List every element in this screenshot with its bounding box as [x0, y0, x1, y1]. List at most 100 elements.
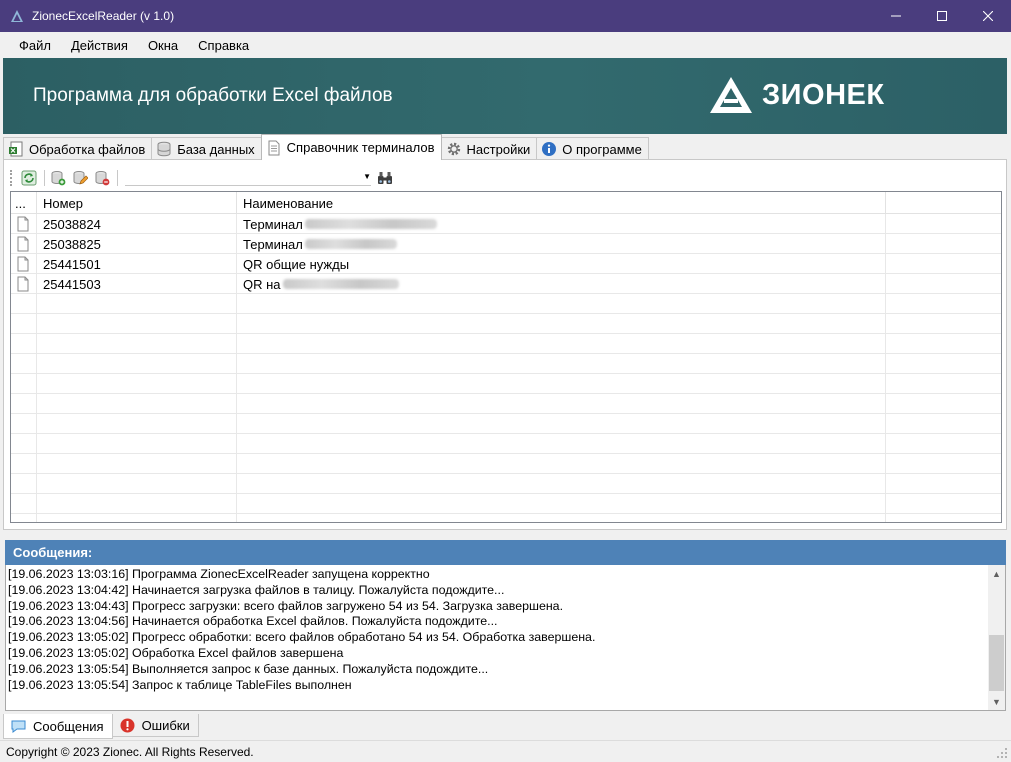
tab-terminals-directory[interactable]: Справочник терминалов [260, 134, 442, 160]
maximize-icon [937, 11, 947, 21]
grid-header: ... Номер Наименование [11, 192, 1001, 214]
terminals-panel: ▼ ... Номер Наименование 25038824 Термин… [3, 159, 1007, 530]
log-line: [19.06.2023 13:05:02] Обработка Excel фа… [8, 645, 344, 660]
company-logo: ЗИОНЕК [708, 73, 898, 117]
table-row[interactable]: 25441501 QR общие нужды [11, 254, 1001, 274]
menu-file[interactable]: Файл [9, 38, 61, 53]
terminals-grid[interactable]: ... Номер Наименование 25038824 Терминал… [10, 191, 1002, 523]
tab-errors[interactable]: Ошибки [111, 714, 199, 737]
db-add-icon [51, 171, 66, 186]
tab-messages[interactable]: Сообщения [3, 714, 113, 739]
tab-label: Обработка файлов [29, 141, 146, 157]
db-delete-icon [95, 171, 110, 186]
terminal-name: Терминал [243, 216, 303, 232]
terminal-name: Терминал [243, 236, 303, 252]
messages-log[interactable]: [19.06.2023 13:03:16] Программа ZionecEx… [5, 565, 1006, 711]
terminal-number: 25441501 [37, 254, 237, 274]
search-combobox[interactable]: ▼ [125, 170, 371, 186]
table-row[interactable]: 25441503 QR на [11, 274, 1001, 294]
copyright-text: Copyright © 2023 Zionec. All Rights Rese… [6, 744, 254, 759]
tab-label: База данных [177, 141, 255, 157]
tab-database[interactable]: База данных [151, 137, 262, 160]
dropdown-arrow-icon[interactable]: ▼ [363, 172, 371, 181]
terminal-name: QR на [243, 276, 281, 292]
column-header-name[interactable]: Наименование [237, 192, 886, 214]
tab-label: Ошибки [141, 717, 190, 733]
toolbar: ▼ [10, 167, 397, 189]
gear-icon [446, 141, 462, 157]
terminal-name: QR общие нужды [243, 256, 350, 272]
close-button[interactable] [965, 0, 1011, 32]
empty-row [11, 294, 1001, 314]
empty-row [11, 394, 1001, 414]
empty-row [11, 374, 1001, 394]
banner: Программа для обработки Excel файлов ЗИО… [3, 58, 1007, 134]
menu-help[interactable]: Справка [188, 38, 259, 53]
edit-record-button[interactable] [70, 168, 90, 188]
status-bar: Copyright © 2023 Zionec. All Rights Rese… [0, 740, 1011, 762]
database-icon [156, 141, 172, 157]
error-icon [119, 717, 136, 734]
tab-label: О программе [562, 141, 642, 157]
minimize-icon [891, 15, 901, 17]
messages-header: Сообщения: [5, 540, 1006, 565]
scroll-down-icon[interactable]: ▼ [988, 693, 1005, 710]
minimize-button[interactable] [873, 0, 919, 32]
scroll-up-icon[interactable]: ▲ [988, 565, 1005, 582]
refresh-button[interactable] [19, 168, 39, 188]
empty-row [11, 514, 1001, 522]
logo-text: ЗИОНЕК [762, 78, 885, 111]
terminal-number: 25038825 [37, 234, 237, 254]
menu-windows[interactable]: Окна [138, 38, 188, 53]
tab-file-processing[interactable]: Обработка файлов [3, 137, 153, 160]
empty-row [11, 314, 1001, 334]
maximize-button[interactable] [919, 0, 965, 32]
toolbar-separator [44, 170, 45, 186]
main-tabs: Обработка файлов База данных Справочник … [3, 134, 649, 160]
binoculars-icon [378, 172, 392, 184]
redacted-text [304, 239, 397, 249]
column-header-number[interactable]: Номер [37, 192, 237, 214]
record-icon [17, 256, 29, 272]
tab-settings[interactable]: Настройки [440, 137, 538, 160]
app-icon [11, 10, 23, 22]
log-line: [19.06.2023 13:05:54] Запрос к таблице T… [8, 677, 352, 692]
empty-row [11, 474, 1001, 494]
bottom-tabs: Сообщения Ошибки [3, 714, 199, 739]
find-button[interactable] [375, 168, 395, 188]
window-title: ZionecExcelReader (v 1.0) [32, 9, 175, 23]
tab-label: Сообщения [33, 718, 104, 734]
db-edit-icon [73, 171, 88, 185]
menu-actions[interactable]: Действия [61, 38, 138, 53]
terminal-number: 25038824 [37, 214, 237, 234]
messages-scrollbar[interactable]: ▲ ▼ [988, 565, 1005, 710]
scroll-thumb[interactable] [989, 635, 1004, 691]
log-line: [19.06.2023 13:05:02] Прогресс обработки… [8, 630, 596, 645]
add-record-button[interactable] [48, 168, 68, 188]
close-icon [983, 11, 993, 21]
log-line: [19.06.2023 13:05:54] Выполняется запрос… [8, 661, 489, 676]
record-icon [17, 216, 29, 232]
menu-bar: Файл Действия Окна Справка [0, 32, 1011, 58]
logo-mark-icon [710, 77, 752, 113]
title-bar[interactable]: ZionecExcelReader (v 1.0) [0, 0, 1011, 32]
table-row[interactable]: 25038824 Терминал [11, 214, 1001, 234]
terminal-number: 25441503 [37, 274, 237, 294]
resize-grip-icon[interactable] [996, 747, 1008, 759]
refresh-icon [21, 170, 37, 186]
empty-row [11, 354, 1001, 374]
log-line: [19.06.2023 13:04:43] Прогресс загрузки:… [8, 598, 564, 613]
log-line: [19.06.2023 13:04:42] Начинается загрузк… [8, 582, 505, 597]
tab-about[interactable]: О программе [536, 137, 649, 160]
delete-record-button[interactable] [92, 168, 112, 188]
table-row[interactable]: 25038825 Терминал [11, 234, 1001, 254]
toolbar-grip[interactable] [10, 170, 13, 186]
tab-label: Настройки [466, 141, 531, 157]
toolbar-separator [117, 170, 118, 186]
log-line: [19.06.2023 13:04:56] Начинается обработ… [8, 614, 498, 629]
empty-row [11, 454, 1001, 474]
record-icon [17, 236, 29, 252]
row-selector-header[interactable]: ... [11, 192, 37, 214]
tab-label: Справочник терминалов [286, 140, 435, 155]
empty-row [11, 494, 1001, 514]
